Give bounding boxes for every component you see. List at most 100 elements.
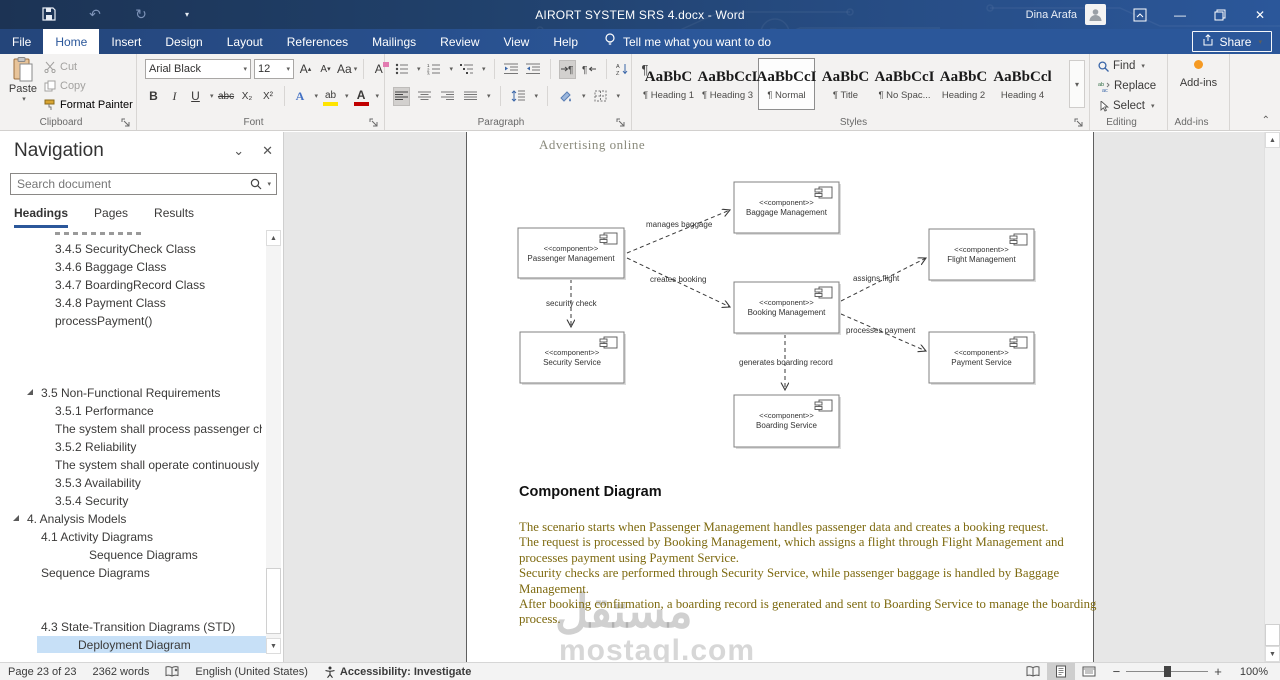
- increase-indent-button[interactable]: [525, 60, 542, 79]
- nav-heading-item[interactable]: 4.1 Activity Diagrams: [0, 528, 262, 545]
- align-center-button[interactable]: [416, 87, 433, 106]
- nav-heading-item[interactable]: 3.5.3 Availability: [0, 474, 262, 491]
- copy-button[interactable]: Copy: [44, 78, 133, 94]
- search-icon[interactable]: [250, 178, 262, 190]
- nav-heading-item[interactable]: 3.5.4 Security: [0, 492, 262, 509]
- font-dialog-launcher[interactable]: [369, 116, 381, 128]
- page-indicator[interactable]: Page 23 of 23: [0, 663, 85, 680]
- word-count[interactable]: 2362 words: [85, 663, 158, 680]
- nav-heading-item[interactable]: 3.5.2 Reliability: [0, 438, 262, 455]
- line-spacing-button[interactable]: [510, 87, 527, 106]
- style-card[interactable]: AaBbCcI ¶ Normal: [757, 58, 817, 110]
- chevron-down-icon[interactable]: ▾: [345, 92, 349, 100]
- style-card[interactable]: AaBbCcI ¶ No Spac...: [875, 58, 935, 110]
- multilevel-list-button[interactable]: [458, 60, 475, 79]
- nav-heading-item[interactable]: The system shall process passenger check…: [0, 420, 262, 437]
- borders-button[interactable]: [592, 87, 609, 106]
- proofing-icon[interactable]: [157, 663, 187, 680]
- right-to-left-button[interactable]: ¶: [581, 60, 598, 79]
- expand-triangle-icon[interactable]: [13, 515, 19, 521]
- nav-heading-item[interactable]: processPayment(): [0, 312, 262, 329]
- ribbon-tab-view[interactable]: View: [492, 29, 542, 54]
- language-indicator[interactable]: English (United States): [187, 663, 316, 680]
- ribbon-tab-references[interactable]: References: [275, 29, 360, 54]
- highlight-button[interactable]: ab: [322, 87, 339, 106]
- zoom-in-button[interactable]: +: [1214, 664, 1222, 679]
- clipboard-dialog-launcher[interactable]: [121, 116, 133, 128]
- zoom-slider[interactable]: [1126, 666, 1209, 677]
- italic-button[interactable]: I: [166, 87, 183, 106]
- nav-heading-item[interactable]: The system shall operate continuously wi…: [0, 456, 262, 473]
- chevron-down-icon[interactable]: ▾: [617, 92, 621, 100]
- nav-heading-item[interactable]: 3.5 Non-Functional Requirements: [0, 384, 262, 401]
- ribbon-display-options-button[interactable]: [1120, 0, 1160, 29]
- scroll-down-button[interactable]: ▼: [1265, 646, 1280, 662]
- nav-heading-item[interactable]: 3.4.8 Payment Class: [0, 294, 262, 311]
- format-painter-button[interactable]: Format Painter: [44, 97, 133, 113]
- grow-font-button[interactable]: A ▴: [297, 60, 314, 79]
- shrink-font-button[interactable]: A ▾: [317, 60, 334, 79]
- restore-button[interactable]: [1200, 0, 1240, 29]
- align-left-button[interactable]: [393, 86, 410, 106]
- document-scrollbar[interactable]: ▲ ▼: [1264, 132, 1280, 662]
- style-card[interactable]: AaBbC ¶ Title: [817, 58, 874, 110]
- chevron-down-icon[interactable]: ▾: [417, 65, 421, 73]
- style-card[interactable]: AaBbCcl Heading 4: [993, 58, 1051, 110]
- chevron-down-icon[interactable]: ▾: [315, 92, 319, 100]
- sort-button[interactable]: AZ: [615, 60, 632, 79]
- accessibility-status[interactable]: Accessibility: Investigate: [316, 663, 479, 680]
- tell-me-box[interactable]: Tell me what you want to do: [604, 29, 771, 54]
- search-input[interactable]: [11, 177, 251, 191]
- nav-heading-item[interactable]: 3.4.7 BoardingRecord Class: [0, 276, 262, 293]
- style-card[interactable]: AaBbC ¶ Heading 1: [640, 58, 697, 110]
- avatar[interactable]: [1085, 4, 1106, 25]
- chevron-down-icon[interactable]: ▾: [535, 92, 539, 100]
- strikethrough-button[interactable]: abc: [218, 87, 235, 106]
- read-mode-button[interactable]: [1019, 663, 1047, 680]
- align-right-button[interactable]: [439, 87, 456, 106]
- ribbon-tab-help[interactable]: Help: [541, 29, 590, 54]
- chevron-down-icon[interactable]: ▾: [482, 65, 486, 73]
- subscript-button[interactable]: X₂: [239, 87, 256, 106]
- ribbon-tab-insert[interactable]: Insert: [99, 29, 153, 54]
- left-to-right-button[interactable]: ¶: [558, 59, 576, 79]
- ribbon-tab-mailings[interactable]: Mailings: [360, 29, 428, 54]
- share-button[interactable]: Share ▾: [1192, 31, 1272, 52]
- chevron-down-icon[interactable]: ▾: [450, 65, 454, 73]
- superscript-button[interactable]: X²: [260, 87, 277, 106]
- scroll-up-button[interactable]: ▲: [1265, 132, 1280, 148]
- nav-heading-item[interactable]: 4. Analysis Models: [0, 510, 262, 527]
- navigation-dropdown-icon[interactable]: ⌄: [233, 143, 244, 159]
- scroll-thumb[interactable]: [1265, 624, 1280, 646]
- find-button[interactable]: Find ▾: [1098, 58, 1156, 74]
- style-card[interactable]: AaBbC Heading 2: [935, 58, 992, 110]
- scroll-thumb[interactable]: [266, 568, 281, 634]
- addins-button[interactable]: Add-ins: [1168, 60, 1229, 89]
- chevron-down-icon[interactable]: ▾: [487, 92, 491, 100]
- nav-heading-item[interactable]: Deployment Diagram: [37, 636, 266, 653]
- chevron-down-icon[interactable]: ▾: [376, 92, 380, 100]
- underline-button[interactable]: U: [187, 87, 204, 106]
- zoom-out-button[interactable]: −: [1113, 664, 1121, 679]
- chevron-down-icon[interactable]: ▾: [267, 180, 271, 188]
- text-effects-button[interactable]: A: [292, 87, 309, 106]
- minimize-button[interactable]: —: [1160, 0, 1200, 29]
- font-color-button[interactable]: A: [353, 87, 370, 106]
- ribbon-tab-home[interactable]: Home: [43, 29, 100, 54]
- nav-tab-headings[interactable]: Headings: [14, 206, 69, 228]
- chevron-down-icon[interactable]: ▾: [210, 92, 214, 100]
- nav-heading-item[interactable]: 3.5.1 Performance: [0, 402, 262, 419]
- nav-heading-item[interactable]: 3.4.6 Baggage Class: [0, 258, 262, 275]
- component-diagram-figure[interactable]: manages baggage creates booking security c…: [467, 132, 1094, 472]
- ribbon-tab-review[interactable]: Review: [428, 29, 491, 54]
- shading-button[interactable]: [557, 87, 574, 106]
- print-layout-button[interactable]: [1046, 662, 1075, 680]
- decrease-indent-button[interactable]: [503, 60, 520, 79]
- bullets-button[interactable]: [393, 60, 410, 79]
- web-layout-button[interactable]: [1075, 663, 1103, 680]
- ribbon-tab-layout[interactable]: Layout: [215, 29, 275, 54]
- user-name[interactable]: Dina Arafa: [1026, 9, 1077, 21]
- ribbon-tab-file[interactable]: File: [0, 29, 43, 54]
- paste-button[interactable]: Paste ▾: [6, 57, 40, 117]
- chevron-down-icon[interactable]: ▾: [582, 92, 586, 100]
